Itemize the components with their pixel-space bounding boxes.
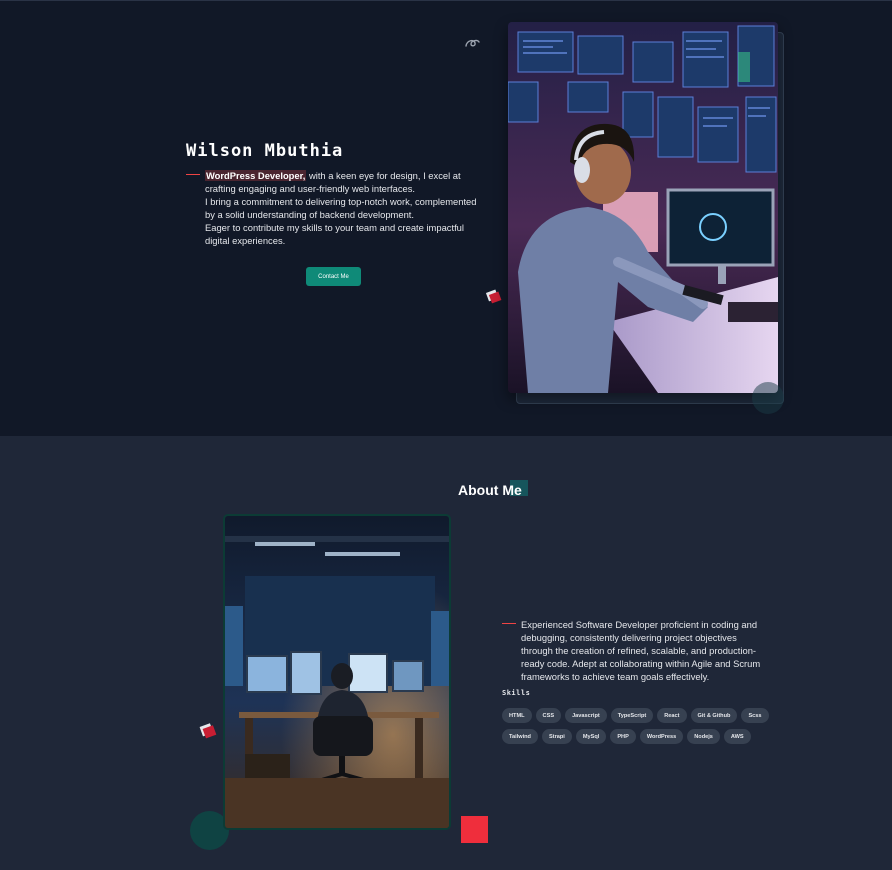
about-dash	[502, 623, 516, 624]
skill-chip: React	[657, 708, 687, 723]
cube-icon	[485, 289, 502, 304]
hero-description-line-3: Eager to contribute my skills to your te…	[205, 222, 464, 246]
skill-chip: PHP	[610, 729, 636, 744]
skill-chip: Nodejs	[687, 729, 720, 744]
skill-chip: MySql	[575, 729, 607, 744]
skill-chip: Javascript	[565, 708, 607, 723]
about-image	[223, 514, 451, 830]
about-description: Experienced Software Developer proficien…	[521, 619, 761, 682]
swirl-icon	[465, 39, 480, 47]
hero-description-line-2: I bring a commitment to delivering top-n…	[205, 196, 477, 220]
hero-name: Wilson Mbuthia	[186, 141, 344, 161]
skill-chip: Tailwind	[502, 729, 538, 744]
skill-chip: Git & Github	[690, 708, 738, 723]
skill-chip: CSS	[535, 708, 562, 723]
decor-circle-hero	[752, 382, 784, 414]
cube-icon-about	[199, 723, 217, 739]
hero-image	[508, 22, 778, 393]
skills-list: HTML CSS Javascript TypeScript React Git…	[502, 708, 782, 744]
skills-label: Skills	[502, 689, 531, 697]
hero-role: WordPress Developer,	[205, 170, 307, 181]
skill-chip: AWS	[723, 729, 751, 744]
hero-description: WordPress Developer, with a keen eye for…	[205, 169, 480, 247]
skill-chip: Scss	[741, 708, 769, 723]
skill-chip: Strapi	[541, 729, 572, 744]
decor-red-square	[461, 816, 488, 843]
skill-chip: TypeScript	[610, 708, 654, 723]
hero-dash	[186, 174, 200, 175]
skill-chip: WordPress	[639, 729, 684, 744]
about-title: About Me	[458, 482, 522, 498]
skill-chip: HTML	[502, 708, 532, 723]
contact-me-button[interactable]: Contact Me	[306, 267, 361, 286]
